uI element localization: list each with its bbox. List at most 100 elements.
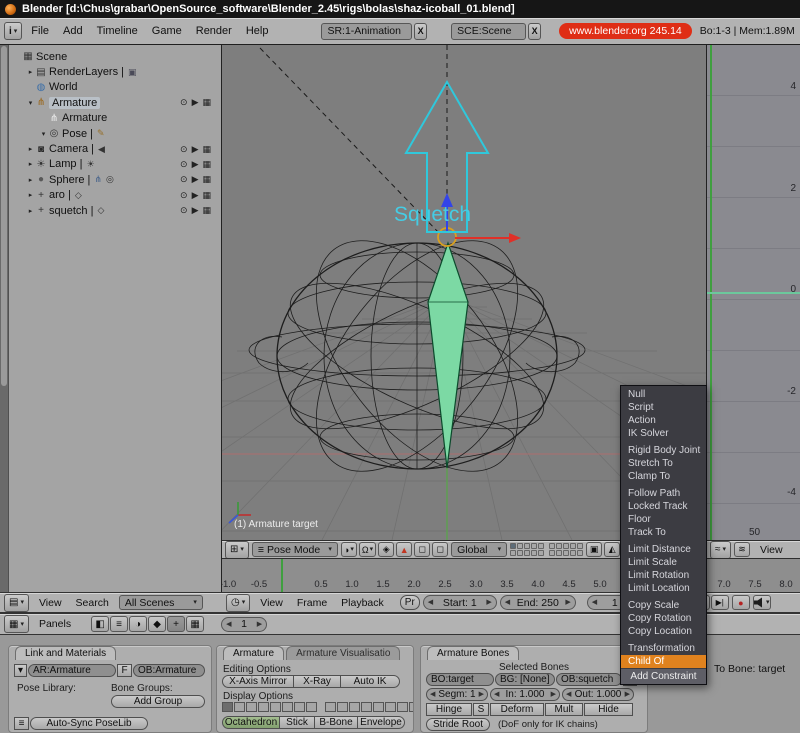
armature-layer-toggle[interactable]	[397, 702, 408, 712]
buttons-window-type-button[interactable]: ▦ ▾	[4, 615, 29, 633]
outliner-row-pose[interactable]: ▾ ◎ Pose | ✎	[9, 126, 221, 141]
tree-expand-icon[interactable]: ▸	[26, 145, 35, 153]
tree-expand-icon[interactable]: ▸	[26, 68, 35, 76]
layer-toggle[interactable]	[570, 543, 577, 549]
armature-layer-toggle[interactable]	[409, 702, 413, 712]
layer-toggle[interactable]	[577, 543, 584, 549]
outliner-row-aro[interactable]: ▸ + aro | ◇ ⊙ ▶ ▦	[9, 188, 221, 203]
select-icon[interactable]: ▶	[192, 97, 199, 108]
layer-toggle[interactable]	[510, 543, 517, 549]
scrollbar-thumb[interactable]	[1, 46, 7, 386]
select-icon[interactable]: ▶	[192, 174, 199, 185]
tab-armature[interactable]: Armature	[223, 646, 285, 660]
tree-expand-icon[interactable]: ▸	[26, 191, 35, 199]
armature-layer-toggle[interactable]	[306, 702, 317, 712]
s-button[interactable]: S	[473, 703, 489, 716]
b-bone-button[interactable]: B-Bone	[314, 716, 358, 729]
spinner-right-icon[interactable]: ▶	[486, 599, 491, 606]
octahedron-button[interactable]: Octahedron	[222, 716, 280, 729]
pivot-dropdown-button[interactable]: Ω ▾	[358, 542, 377, 557]
outliner-row-lamp[interactable]: ▸ ☀ Lamp | ☀ ⊙ ▶ ▦	[9, 157, 221, 172]
layer-toggle[interactable]	[538, 543, 545, 549]
popup-item-track-to[interactable]: Track To	[621, 526, 706, 539]
record-button[interactable]: ●	[731, 595, 750, 610]
screen-delete-button[interactable]: X	[414, 22, 428, 40]
layer-toggle[interactable]	[517, 543, 524, 549]
tree-collapse-icon[interactable]: ▾	[26, 99, 35, 107]
eye-icon[interactable]: ⊙	[180, 174, 188, 185]
menu-help[interactable]: Help	[239, 25, 276, 37]
timeline-track[interactable]: -1.0-0.50.51.01.52.02.53.03.54.04.55.05.…	[222, 558, 800, 592]
ipo-view-menu[interactable]: View	[753, 544, 790, 556]
renderable-icon[interactable]: ▦	[202, 159, 211, 170]
popup-item-clamp-to[interactable]: Clamp To	[621, 470, 706, 483]
tree-expand-icon[interactable]: ▸	[26, 160, 35, 168]
spinner-left-icon[interactable]: ◀	[592, 599, 597, 606]
x-ray-button[interactable]: X-Ray	[293, 675, 341, 688]
armature-layer-toggle[interactable]	[294, 702, 305, 712]
outliner-row-squetch[interactable]: ▸ + squetch | ◇ ⊙ ▶ ▦	[9, 203, 221, 218]
armature-layer-toggle[interactable]	[246, 702, 257, 712]
fake-user-button[interactable]: F	[117, 664, 132, 677]
tree-expand-icon[interactable]: ▸	[26, 176, 35, 184]
jump-to-end-button[interactable]: ▶|	[710, 595, 729, 610]
snap-button[interactable]: ◭	[604, 542, 621, 557]
armature-layer-toggle[interactable]	[325, 702, 336, 712]
spinner-left-icon[interactable]: ◀	[566, 691, 571, 698]
auto-sync-poselib-button[interactable]: Auto-Sync PoseLib	[30, 717, 148, 730]
hide-button[interactable]: Hide	[584, 703, 633, 716]
deform-button[interactable]: Deform	[490, 703, 544, 716]
envelope-button[interactable]: Envelope	[357, 716, 405, 729]
layer-toggle[interactable]	[524, 543, 531, 549]
layer-toggle[interactable]	[556, 550, 563, 556]
shading-dropdown-button[interactable]: ◑ ▾	[340, 542, 357, 557]
ease-out-field[interactable]: ◀ Out: 1.000 ▶	[562, 688, 634, 701]
outliner-menu-search[interactable]: Search	[69, 597, 116, 609]
tree-expand-icon[interactable]: ▸	[26, 207, 35, 215]
layer-toggle[interactable]	[563, 543, 570, 549]
stride-root-button[interactable]: Stride Root	[426, 718, 490, 731]
screen-selector[interactable]: SR:1-Animation	[321, 22, 413, 40]
tab-link-and-materials[interactable]: Link and Materials	[15, 646, 117, 660]
menu-render[interactable]: Render	[189, 25, 239, 37]
bone-group-dropdown[interactable]: BG: [None]	[495, 673, 555, 686]
popup-item-locked-track[interactable]: Locked Track	[621, 500, 706, 513]
viewport-window-type-button[interactable]: ⊞ ▾	[225, 540, 249, 558]
ipo-canvas[interactable]: 50 4 2 0 -2 -4	[707, 45, 800, 540]
target-bone[interactable]	[427, 241, 469, 469]
popup-item-floor[interactable]: Floor	[621, 513, 706, 526]
layer-toggle[interactable]	[517, 550, 524, 556]
parent-object-field[interactable]: OB:squetch	[556, 673, 622, 686]
spinner-right-icon[interactable]: ▶	[565, 599, 570, 606]
outliner-row-armature[interactable]: ▾ ⋔ Armature ⊙ ▶ ▦	[9, 95, 221, 110]
outliner-row-sphere[interactable]: ▸ ● Sphere | ⋔ ◎ ⊙ ▶ ▦	[9, 172, 221, 187]
segments-field[interactable]: ◀ Segm: 1 ▶	[426, 688, 488, 701]
mode-dropdown[interactable]: ≡ Pose Mode ▾	[251, 542, 338, 557]
armature-layer-toggle[interactable]	[385, 702, 396, 712]
outliner-window-type-button[interactable]: ▤ ▾	[4, 593, 29, 612]
manipulator-translate-button[interactable]: ▲	[396, 542, 413, 557]
bone-name-field[interactable]: BO:target	[426, 673, 494, 686]
ease-in-field[interactable]: ◀ In: 1.000 ▶	[490, 688, 560, 701]
end-frame-field[interactable]: ◀ End: 250 ▶	[499, 595, 576, 610]
eye-icon[interactable]: ⊙	[180, 205, 188, 216]
manipulator-hand-button[interactable]: ◈	[378, 542, 395, 557]
timeline-menu-playback[interactable]: Playback	[334, 597, 391, 609]
blender-version-button[interactable]: www.blender.org 245.14	[559, 23, 692, 39]
menu-file[interactable]: File	[24, 25, 56, 37]
popup-item-copy-location[interactable]: Copy Location	[621, 625, 706, 638]
select-icon[interactable]: ▶	[192, 190, 199, 201]
ipo-curve-type-button[interactable]: ≋	[734, 542, 751, 557]
popup-item-follow-path[interactable]: Follow Path	[621, 487, 706, 500]
eye-icon[interactable]: ⊙	[180, 190, 188, 201]
manipulator-rotate-button[interactable]: ◻	[414, 542, 431, 557]
start-frame-field[interactable]: ◀ Start: 1 ▶	[422, 595, 497, 610]
popup-item-stretch-to[interactable]: Stretch To	[621, 457, 706, 470]
spinner-right-icon[interactable]: ▶	[625, 691, 630, 698]
auto-ik-button[interactable]: Auto IK	[340, 675, 400, 688]
x-axis-mirror-button[interactable]: X-Axis Mirror	[222, 675, 294, 688]
current-frame-marker[interactable]	[281, 559, 283, 592]
scene-selector[interactable]: SCE:Scene	[451, 22, 527, 40]
layer-toggle[interactable]	[570, 550, 577, 556]
armature-layer-toggle[interactable]	[258, 702, 269, 712]
